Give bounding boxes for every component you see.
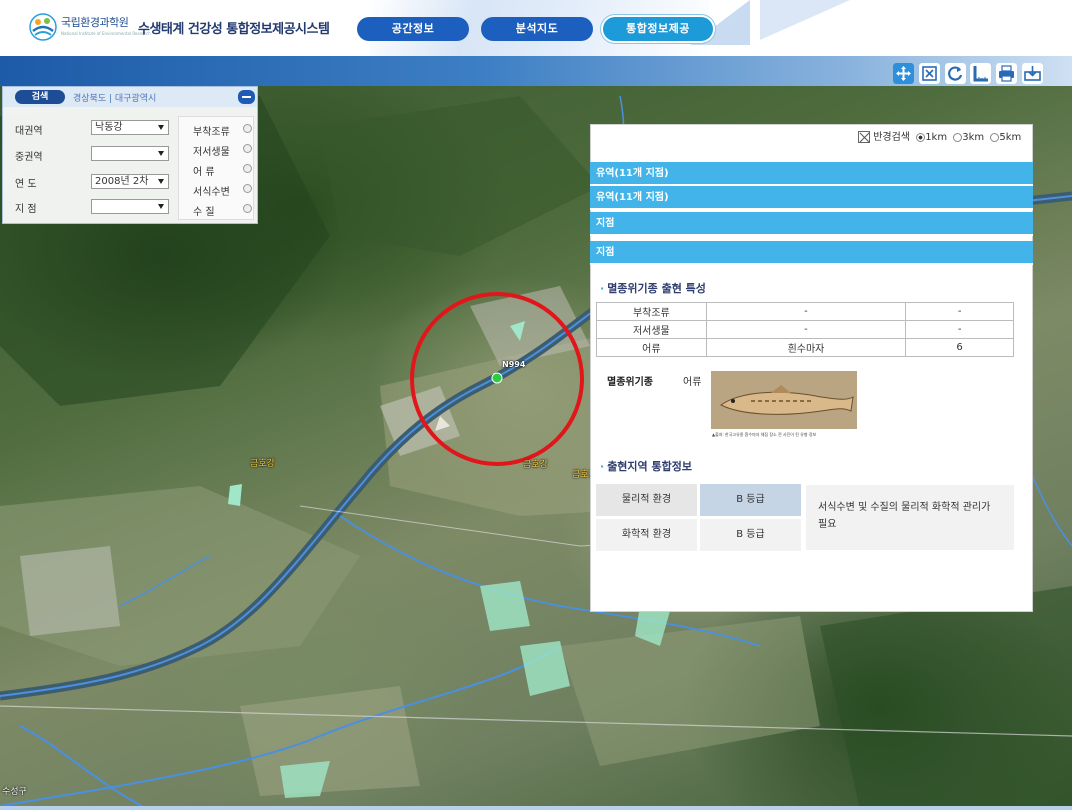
category-benthic-radio[interactable] xyxy=(243,144,252,153)
table-cell: 어류 xyxy=(596,338,707,357)
close-icon[interactable] xyxy=(858,131,870,143)
field-label-mid-basin: 중권역 xyxy=(15,152,43,163)
year-select[interactable]: 2008년 2차 xyxy=(91,174,169,189)
app-header: 국립환경과학원 National Institute of Environmen… xyxy=(0,0,1072,56)
env-label-chemical: 화학적 환경 xyxy=(596,519,697,551)
radius-5km-label: 5km xyxy=(999,132,1022,143)
mid-basin-select[interactable] xyxy=(91,146,169,161)
radius-search-label: 반경검색 xyxy=(873,132,910,143)
table-cell: 흰수마자 xyxy=(705,338,907,357)
district-label: 수성구 xyxy=(2,787,27,797)
org-name[interactable]: 국립환경과학원 xyxy=(61,14,129,30)
region-title-text: 출현지역 통합정보 xyxy=(607,460,692,473)
station-marker-label[interactable]: N994 xyxy=(502,360,525,369)
chevron-down-icon xyxy=(158,125,164,130)
env-grade-physical: B 등급 xyxy=(700,484,801,516)
table-cell: 6 xyxy=(905,338,1014,357)
radius-3km-radio[interactable] xyxy=(953,132,963,142)
print-icon[interactable] xyxy=(996,63,1017,84)
header-decoration xyxy=(760,0,850,40)
search-button[interactable]: 검색 xyxy=(15,90,65,104)
category-habitat-radio[interactable] xyxy=(243,184,252,193)
system-title: 수생태계 건강성 통합정보제공시스템 xyxy=(138,22,330,37)
category-fish: 어 류 xyxy=(193,167,215,178)
pan-move-icon[interactable] xyxy=(893,63,914,84)
field-label-year: 연 도 xyxy=(15,179,37,190)
section-basin[interactable]: 유역(11개 지점) xyxy=(590,162,1033,186)
section-basin[interactable]: 유역(11개 지점) xyxy=(590,186,1033,210)
env-label-physical: 물리적 환경 xyxy=(596,484,697,516)
nav-analysis-map[interactable]: 분석지도 xyxy=(481,17,593,41)
collapse-panel-button[interactable] xyxy=(238,90,255,104)
search-button-label: 검색 xyxy=(31,92,49,102)
region-path[interactable]: 경상북도 | 대구광역시 xyxy=(73,91,156,104)
station-select[interactable] xyxy=(91,199,169,214)
category-water-quality: 수 질 xyxy=(193,207,215,218)
nav-spatial-info[interactable]: 공간정보 xyxy=(357,17,469,41)
table-cell: - xyxy=(705,320,907,339)
section-station[interactable]: 지점 xyxy=(590,212,1033,236)
zoom-extent-icon[interactable] xyxy=(919,63,940,84)
section-station[interactable]: 지점 xyxy=(590,241,1033,265)
category-fish-radio[interactable] xyxy=(243,164,252,173)
env-grade-chemical: B 등급 xyxy=(700,519,801,551)
category-periphyton-radio[interactable] xyxy=(243,124,252,133)
field-label-station: 지 점 xyxy=(15,204,37,215)
major-basin-value: 낙동강 xyxy=(95,122,123,133)
nier-logo-icon[interactable] xyxy=(27,13,59,41)
table-cell: - xyxy=(905,302,1014,321)
table-row: 저서생물 - - xyxy=(596,320,1014,339)
endangered-table: 부착조류 - - 저서생물 - - 어류 흰수마자 6 xyxy=(596,302,1014,357)
radius-3km-label: 3km xyxy=(962,132,985,143)
bullet-icon: · xyxy=(600,282,605,295)
river-label: 금호강 xyxy=(250,459,275,469)
fish-photo[interactable] xyxy=(711,371,857,429)
chevron-down-icon xyxy=(158,151,164,156)
table-cell: 부착조류 xyxy=(596,302,707,321)
species-caption: ▲출처: 한국고유종 흰수마자 채집 장소 전 사진이 된 유형 정보 xyxy=(712,432,817,437)
region-section-title: · 출현지역 통합정보 xyxy=(600,458,692,474)
measure-ruler-icon[interactable] xyxy=(970,63,991,84)
radius-1km-label: 1km xyxy=(925,132,948,143)
category-periphyton: 부착조류 xyxy=(193,127,230,138)
table-cell: - xyxy=(705,302,907,321)
species-label: 멸종위기종 xyxy=(607,377,653,388)
endangered-section-title: · 멸종위기종 출현 특성 xyxy=(600,280,706,296)
category-habitat: 서식수변 xyxy=(193,187,230,198)
category-benthic: 저서생물 xyxy=(193,147,230,158)
endangered-title-text: 멸종위기종 출현 특성 xyxy=(607,282,706,295)
bullet-icon: · xyxy=(600,460,605,473)
env-note: 서식수변 및 수질의 물리적 화학적 관리가 필요 xyxy=(806,485,1014,550)
chevron-down-icon xyxy=(158,179,164,184)
major-basin-select[interactable]: 낙동강 xyxy=(91,120,169,135)
chevron-down-icon xyxy=(158,204,164,209)
refresh-icon[interactable] xyxy=(945,63,966,84)
table-row: 어류 흰수마자 6 xyxy=(596,338,1014,357)
save-image-icon[interactable] xyxy=(1022,63,1043,84)
table-row: 부착조류 - - xyxy=(596,302,1014,321)
status-bar xyxy=(0,806,1072,810)
species-type: 어류 xyxy=(683,377,702,388)
nav-integrated-info[interactable]: 통합정보제공 xyxy=(603,17,713,41)
field-label-major-basin: 대권역 xyxy=(15,126,43,137)
year-value: 2008년 2차 xyxy=(95,176,149,187)
table-cell: - xyxy=(905,320,1014,339)
river-label: 금호강 xyxy=(523,460,548,470)
radius-search: 반경검색 1km 3km 5km xyxy=(858,128,1022,143)
table-cell: 저서생물 xyxy=(596,320,707,339)
radius-1km-radio[interactable] xyxy=(916,132,926,142)
category-water-quality-radio[interactable] xyxy=(243,204,252,213)
search-panel: 검색 경상북도 | 대구광역시 대권역 낙동강 중권역 연 도 2008년 2차… xyxy=(2,86,258,224)
